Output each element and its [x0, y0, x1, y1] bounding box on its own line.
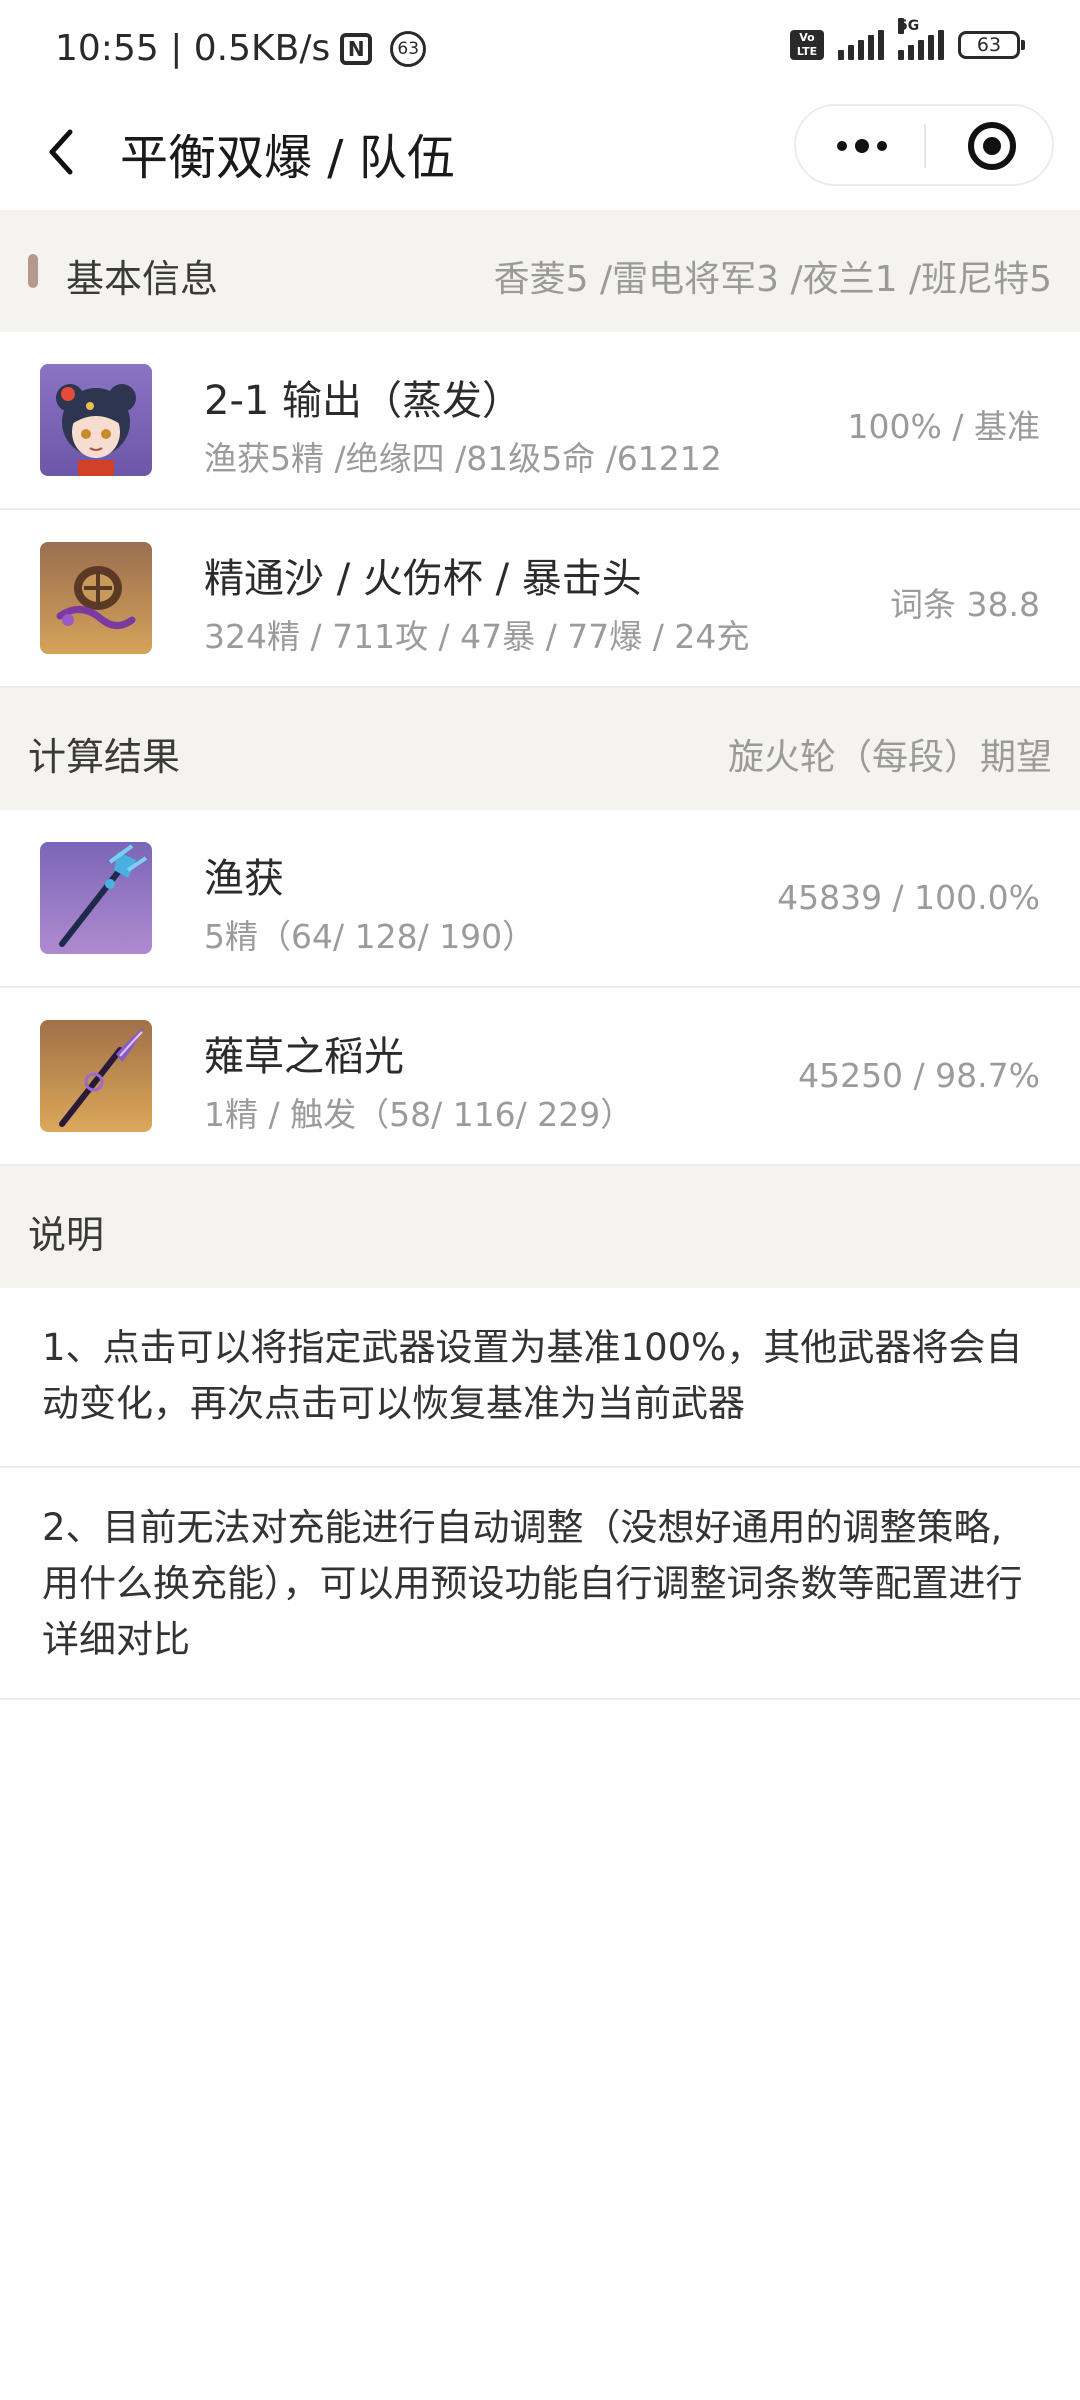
note-item: 2、目前无法对充能进行自动调整（没想好通用的调整策略,用什么换充能），可以用预设…: [0, 1468, 1080, 1700]
back-button[interactable]: [40, 122, 100, 182]
results-header: 计算结果 旋火轮（每段）期望: [0, 688, 1080, 810]
network-type: 5G: [898, 18, 920, 34]
volte-icon: Vo LTE: [790, 30, 824, 60]
character-portrait-icon: [40, 364, 152, 476]
weapon-damage-value: 45839 / 100.0%: [777, 878, 1040, 917]
weapon-refine-detail: 1精 / 触发（58/ 116/ 229）: [204, 1095, 634, 1134]
character-build-detail: 渔获5精 /绝缘四 /81级5命 /61212: [204, 439, 722, 478]
status-right: Vo LTE 5G 63: [790, 18, 1025, 60]
weapon-refine-detail: 5精（64/ 128/ 190）: [204, 917, 536, 956]
artifact-stats-detail: 324精 / 711攻 / 47暴 / 77爆 / 24充: [204, 617, 750, 656]
battery-icon: 63: [958, 31, 1025, 59]
results-title: 计算结果: [28, 735, 181, 779]
section-accent-bar: [28, 254, 38, 288]
status-bar: 10:55 | 0.5KB/s N 63 Vo LTE 5G 63: [0, 0, 1080, 100]
weapon-damage-value: 45250 / 98.7%: [798, 1056, 1040, 1095]
status-left: 10:55 | 0.5KB/s N 63: [55, 28, 427, 69]
capsule-divider: [924, 124, 926, 168]
note-text: 1、点击可以将指定武器设置为基准100%，其他武器将会自动变化，再次点击可以恢复…: [42, 1326, 1023, 1425]
signal-icon: [838, 30, 884, 60]
note-item: 1、点击可以将指定武器设置为基准100%，其他武器将会自动变化，再次点击可以恢复…: [0, 1288, 1080, 1468]
polearm-catch-icon: [40, 842, 152, 954]
artifact-substat-count: 词条 38.8: [890, 585, 1040, 624]
close-miniprogram-button[interactable]: [968, 122, 1016, 170]
signal-5g-icon: 5G: [898, 18, 944, 60]
chevron-left-icon: [49, 129, 73, 175]
more-button[interactable]: [822, 122, 902, 170]
miniprogram-capsule: [794, 104, 1054, 186]
weapon-name: 薙草之稻光: [204, 1034, 404, 1080]
weapon-row[interactable]: 渔获 5精（64/ 128/ 190） 45839 / 100.0%: [0, 810, 1080, 988]
more-icon: [837, 141, 847, 151]
weapon-name: 渔获: [204, 856, 284, 902]
basic-info-header: 基本信息 香菱5 /雷电将军3 /夜兰1 /班尼特5: [0, 210, 1080, 332]
character-build-title: 2-1 输出（蒸发）: [204, 378, 523, 424]
nfc-icon: N: [340, 32, 373, 65]
team-composition: 香菱5 /雷电将军3 /夜兰1 /班尼特5: [493, 259, 1052, 300]
artifact-set-title: 精通沙 / 火伤杯 / 暴击头: [204, 556, 642, 602]
polearm-grasscutter-icon: [40, 1020, 152, 1132]
artifact-row[interactable]: 精通沙 / 火伤杯 / 暴击头 324精 / 711攻 / 47暴 / 77爆 …: [0, 510, 1080, 688]
status-time-speed: 10:55 | 0.5KB/s: [55, 28, 331, 69]
notes-header: 说明: [0, 1166, 1080, 1288]
basic-info-title: 基本信息: [66, 257, 219, 301]
page-title: 平衡双爆 / 队伍: [120, 130, 455, 186]
artifact-icon: [40, 542, 152, 654]
notes-title: 说明: [28, 1213, 105, 1257]
notification-badge: 63: [390, 30, 427, 67]
nav-bar: 平衡双爆 / 队伍: [0, 100, 1080, 210]
character-row[interactable]: 2-1 输出（蒸发） 渔获5精 /绝缘四 /81级5命 /61212 100% …: [0, 332, 1080, 510]
character-baseline-value: 100% / 基准: [847, 407, 1040, 446]
results-skill-label: 旋火轮（每段）期望: [727, 737, 1052, 778]
weapon-row[interactable]: 薙草之稻光 1精 / 触发（58/ 116/ 229） 45250 / 98.7…: [0, 988, 1080, 1166]
note-text: 2、目前无法对充能进行自动调整（没想好通用的调整策略,用什么换充能），可以用预设…: [42, 1506, 1023, 1661]
